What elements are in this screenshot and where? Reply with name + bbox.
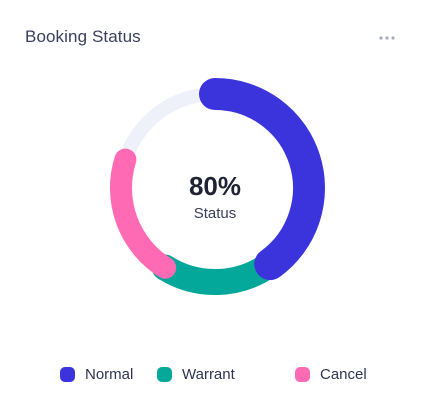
donut-segment-cancel[interactable] <box>110 148 177 279</box>
legend-label-warrant: Warrant <box>182 365 235 383</box>
legend-swatch-cancel <box>295 366 310 382</box>
center-label: Status <box>194 205 237 222</box>
donut-svg: 80% Status <box>110 78 325 295</box>
legend-label-normal: Normal <box>85 365 134 383</box>
booking-status-card: Booking Status 80% Status Normal Warrant… <box>0 0 430 408</box>
donut-segment-warrant[interactable] <box>151 251 284 295</box>
center-value: 80% <box>189 171 241 201</box>
legend-item-cancel[interactable]: Cancel <box>295 362 367 386</box>
chart-legend: Normal Warrant Cancel <box>0 362 430 386</box>
legend-swatch-warrant <box>157 366 172 382</box>
donut-chart: 80% Status <box>0 0 430 408</box>
legend-label-cancel: Cancel <box>320 365 367 383</box>
legend-swatch-normal <box>60 366 75 382</box>
legend-item-normal[interactable]: Normal <box>60 362 133 386</box>
legend-item-warrant[interactable]: Warrant <box>157 362 235 386</box>
